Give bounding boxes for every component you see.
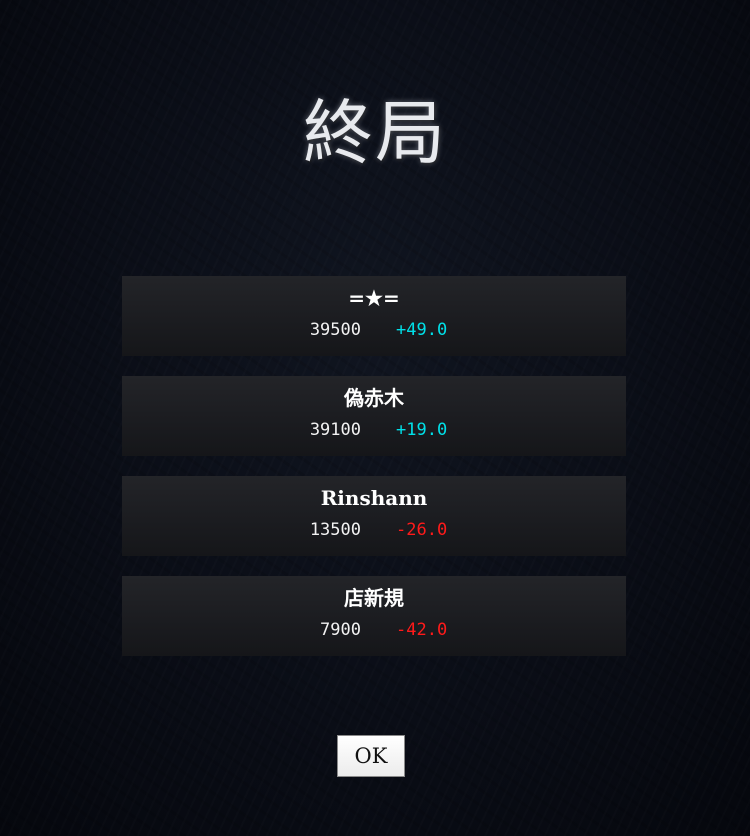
score-row: 39100 +19.0	[122, 418, 626, 442]
final-results-list: =★= 39500 +49.0 偽赤木 39100 +19.0 Rinshann…	[122, 276, 626, 676]
score-delta: -42.0	[396, 620, 448, 640]
ok-button[interactable]: OK	[337, 735, 405, 777]
score-row: 39500 +49.0	[122, 318, 626, 342]
game-end-title: 終局	[303, 92, 447, 174]
player-points: 39100	[309, 420, 361, 440]
player-name: 偽赤木	[344, 386, 404, 410]
score-delta: +19.0	[396, 420, 448, 440]
score-delta: +49.0	[396, 320, 448, 340]
player-result-card: 偽赤木 39100 +19.0	[122, 376, 626, 456]
score-row: 13500 -26.0	[122, 518, 626, 542]
player-points: 13500	[309, 520, 361, 540]
player-name: 店新規	[344, 586, 404, 610]
player-name: =★=	[348, 286, 400, 310]
player-points: 39500	[309, 320, 361, 340]
player-result-card: =★= 39500 +49.0	[122, 276, 626, 356]
score-row: 7900 -42.0	[122, 618, 626, 642]
game-screen: { "screen": { "title": "終局" }, "players"…	[0, 0, 750, 836]
score-delta: -26.0	[396, 520, 448, 540]
player-result-card: Rinshann 13500 -26.0	[122, 476, 626, 556]
player-points: 7900	[320, 620, 361, 640]
player-result-card: 店新規 7900 -42.0	[122, 576, 626, 656]
player-name: Rinshann	[320, 486, 428, 510]
